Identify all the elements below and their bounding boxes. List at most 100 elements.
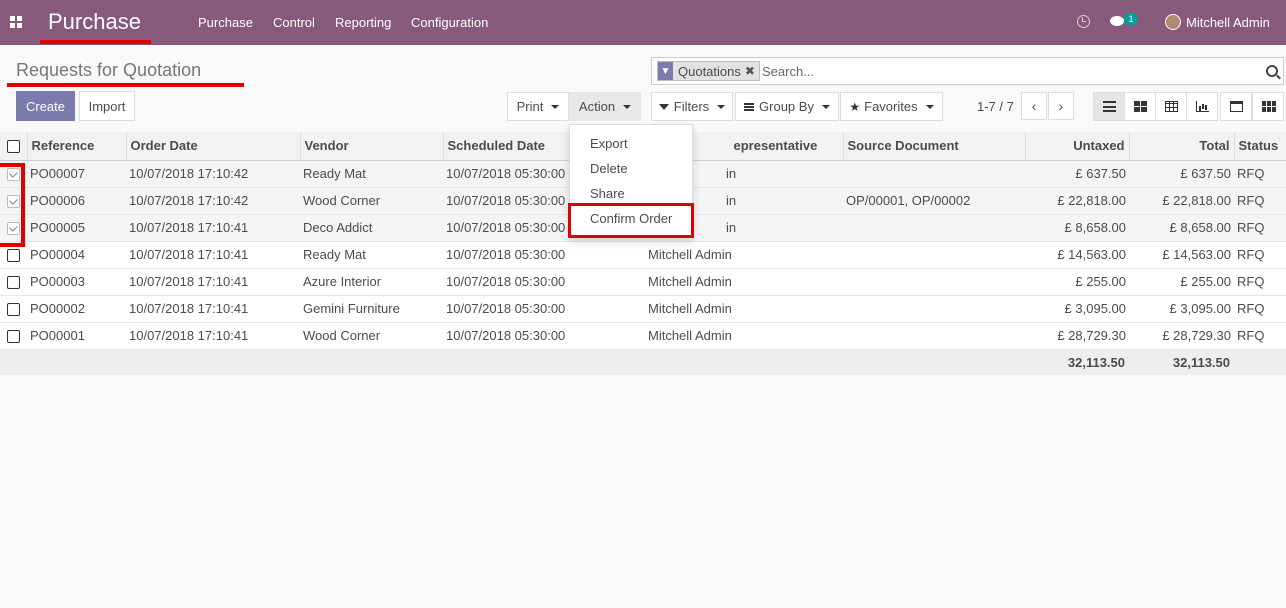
col-source-document[interactable]: Source Document (843, 132, 1026, 161)
chevron-down-icon (623, 104, 632, 109)
activity-clock-icon[interactable] (1077, 15, 1090, 28)
cell-total: £ 3,095.00 (1129, 295, 1234, 323)
col-order-date[interactable]: Order Date (126, 132, 301, 161)
cell-order-date: 10/07/2018 17:10:41 (126, 214, 300, 242)
cell-vendor: Wood Corner (300, 322, 443, 350)
cell-source-document (843, 241, 1025, 269)
row-checkbox[interactable] (7, 249, 20, 263)
select-all-cell[interactable] (0, 132, 28, 161)
filters-button[interactable]: Filters (651, 92, 733, 121)
row-select-cell[interactable] (0, 322, 27, 350)
footer-untaxed-sum: 32,113.50 (1025, 349, 1129, 375)
menu-item-delete[interactable]: Delete (590, 161, 628, 176)
menu-configuration[interactable]: Configuration (411, 15, 488, 30)
row-select-cell[interactable] (0, 268, 27, 296)
cell-scheduled-date: 10/07/2018 05:30:00 (443, 241, 616, 269)
kanban-icon (1133, 101, 1147, 112)
grid-icon (1261, 101, 1276, 112)
menu-purchase[interactable]: Purchase (198, 15, 253, 30)
chevron-down-icon (551, 104, 560, 109)
cell-untaxed: £ 28,729.30 (1025, 322, 1129, 350)
cell-reference: PO00002 (27, 295, 126, 323)
graph-view-button[interactable] (1186, 92, 1218, 121)
create-button[interactable]: Create (16, 91, 75, 121)
menu-item-export[interactable]: Export (590, 136, 628, 151)
cell-reference: PO00005 (27, 214, 126, 242)
pager-value[interactable]: 1-7 / 7 (977, 99, 1014, 114)
favorites-label: Favorites (864, 99, 918, 114)
search-icon[interactable] (1266, 65, 1278, 77)
table-row[interactable]: PO00002 10/07/2018 17:10:41 Gemini Furnitu… (0, 295, 1286, 323)
menu-item-share[interactable]: Share (590, 186, 625, 201)
star-icon: ★ (849, 99, 861, 114)
favorites-button[interactable]: ★ Favorites (840, 92, 943, 121)
chat-icon[interactable] (1110, 16, 1124, 26)
pivot-view-button[interactable] (1155, 92, 1187, 121)
select-all-checkbox[interactable] (6, 140, 20, 154)
chevron-down-icon (821, 104, 830, 109)
pager-previous-button[interactable]: ‹ (1021, 92, 1047, 120)
kanban-view-button[interactable] (1124, 92, 1156, 121)
col-total[interactable]: Total (1129, 132, 1235, 161)
import-button[interactable]: Import (79, 91, 135, 121)
cell-total: £ 28,729.30 (1129, 322, 1234, 350)
cell-total: £ 637.50 (1129, 160, 1234, 188)
col-untaxed[interactable]: Untaxed (1025, 132, 1130, 161)
cell-representative: Mitchell Admin (616, 322, 843, 350)
col-status[interactable]: Status (1234, 132, 1286, 161)
cell-reference: PO00003 (27, 268, 126, 296)
group-by-button[interactable]: Group By (735, 92, 839, 121)
app-title[interactable]: Purchase (48, 9, 141, 35)
cell-status: RFQ (1234, 295, 1286, 323)
cell-vendor: Ready Mat (300, 160, 443, 188)
menu-reporting[interactable]: Reporting (335, 15, 391, 30)
cell-vendor: Azure Interior (300, 268, 443, 296)
bar-chart-icon (1195, 101, 1209, 112)
cell-untaxed: £ 22,818.00 (1025, 187, 1129, 215)
cell-total: £ 255.00 (1129, 268, 1234, 296)
table-row[interactable]: PO00003 10/07/2018 17:10:41 Azure Interior… (0, 268, 1286, 296)
action-button[interactable]: Action (569, 92, 641, 121)
col-reference[interactable]: Reference (27, 132, 127, 161)
cell-untaxed: £ 8,658.00 (1025, 214, 1129, 242)
list-view-button[interactable] (1093, 92, 1125, 121)
cell-source-document (843, 268, 1025, 296)
cell-status: RFQ (1234, 214, 1286, 242)
row-select-cell[interactable] (0, 295, 27, 323)
row-checkbox[interactable] (7, 303, 20, 317)
row-checkbox[interactable] (7, 276, 20, 290)
facet-label: Quotations (678, 63, 741, 79)
chat-count-badge: 1 (1124, 13, 1138, 25)
user-menu[interactable]: Mitchell Admin (1186, 15, 1270, 30)
cell-order-date: 10/07/2018 17:10:41 (126, 241, 300, 269)
annotation-underline-breadcrumb (7, 83, 244, 87)
print-button[interactable]: Print (507, 92, 569, 121)
table-row[interactable]: PO00004 10/07/2018 17:10:41 Ready Mat 10/07… (0, 241, 1286, 269)
apps-menu-icon[interactable] (10, 16, 22, 28)
pager-next-button[interactable]: › (1048, 92, 1074, 120)
cell-untaxed: £ 14,563.00 (1025, 241, 1129, 269)
menu-control[interactable]: Control (273, 15, 315, 30)
cell-representative: Mitchell Admin (616, 241, 843, 269)
cell-status: RFQ (1234, 322, 1286, 350)
close-icon[interactable]: ✖ (745, 64, 759, 78)
cell-status: RFQ (1234, 241, 1286, 269)
cell-order-date: 10/07/2018 17:10:42 (126, 160, 300, 188)
avatar[interactable] (1165, 14, 1181, 30)
search-facet[interactable]: ▼ Quotations ✖ (657, 61, 760, 81)
annotation-box-confirm-order (568, 203, 694, 238)
print-label: Print (516, 99, 544, 114)
filter-icon: ▼ (658, 62, 673, 80)
cell-vendor: Ready Mat (300, 241, 443, 269)
table-row[interactable]: PO00001 10/07/2018 17:10:41 Wood Corner 10/… (0, 322, 1286, 350)
calendar-view-button[interactable] (1220, 92, 1252, 121)
row-checkbox[interactable] (7, 330, 20, 344)
cell-vendor: Deco Addict (300, 214, 443, 242)
table-footer: 32,113.50 32,113.50 (0, 349, 1286, 375)
cell-scheduled-date: 10/07/2018 05:30:00 (443, 268, 616, 296)
search-input[interactable] (762, 61, 1242, 81)
cell-order-date: 10/07/2018 17:10:41 (126, 268, 300, 296)
cell-vendor: Gemini Furniture (300, 295, 443, 323)
col-vendor[interactable]: Vendor (300, 132, 444, 161)
activity-view-button[interactable] (1252, 92, 1284, 121)
